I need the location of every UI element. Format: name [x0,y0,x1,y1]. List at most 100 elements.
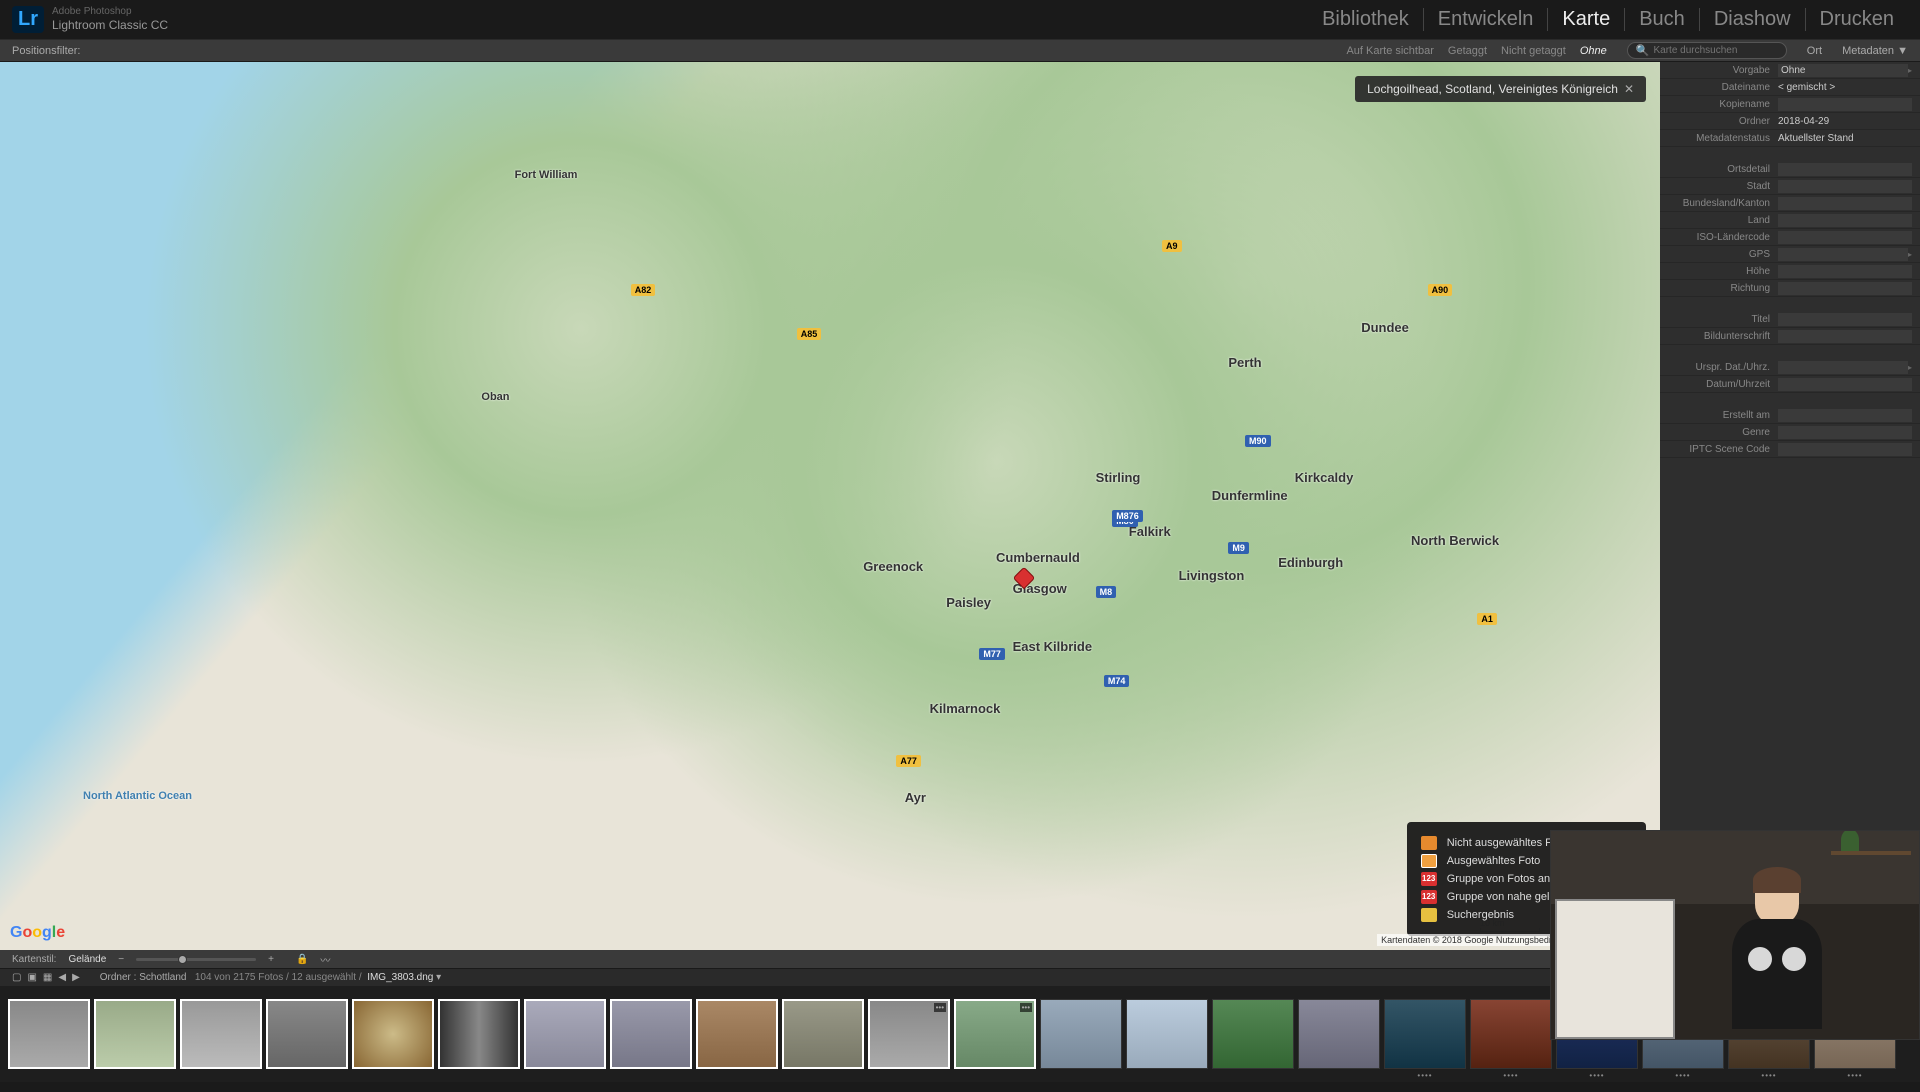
city-cumbernauld: Cumbernauld [996,550,1080,565]
main-area: Glasgow Edinburgh Dundee Perth Stirling … [0,62,1920,950]
thumbnail[interactable] [180,999,262,1069]
filmstrip-path[interactable]: Ordner : Schottland 104 von 2175 Fotos /… [100,972,441,983]
map-terrain-layer [0,62,1660,950]
road-m8: M8 [1096,586,1117,598]
zoom-slider[interactable] [136,958,256,961]
meta-bildunterschrift-value[interactable] [1778,330,1912,343]
grid-icon[interactable]: ▦ [43,972,52,983]
zoom-out-icon[interactable]: − [118,954,124,965]
monitor-icon[interactable]: ▢ [12,972,21,983]
meta-ortsdetail-value[interactable] [1778,163,1912,176]
chevron-icon[interactable]: ▸ [1908,250,1912,259]
location-popup-text: Lochgoilhead, Scotland, Vereinigtes Köni… [1367,82,1618,96]
road-a82: A82 [631,284,656,296]
metadata-dropdown[interactable]: Metadaten ▼ [1842,45,1908,57]
ort-dropdown[interactable]: Ort [1807,45,1822,57]
city-eastkilbride: East Kilbride [1013,639,1092,654]
meta-land-value[interactable] [1778,214,1912,227]
road-m9: M9 [1228,542,1249,554]
meta-erstellt-label: Erstellt am [1668,410,1778,421]
meta-folder-value[interactable]: 2018-04-29 [1778,116,1912,127]
meta-filename-value: < gemischt > [1778,82,1912,93]
meta-copyname-label: Kopiename [1668,99,1778,110]
meta-hoehe-value[interactable] [1778,265,1912,278]
meta-erstellt-value[interactable] [1778,409,1912,422]
city-kilmarnock: Kilmarnock [930,701,1001,716]
thumbnail[interactable] [1298,999,1380,1069]
thumbnail[interactable]: •••• [1384,999,1466,1069]
filter-untagged[interactable]: Nicht getaggt [1501,45,1566,57]
city-oban: Oban [481,391,509,403]
module-map[interactable]: Karte [1548,8,1625,31]
lock-icon[interactable]: 🔒 [296,954,308,965]
road-a77: A77 [896,755,921,767]
city-edinburgh: Edinburgh [1278,555,1343,570]
map-canvas[interactable]: Glasgow Edinburgh Dundee Perth Stirling … [0,62,1660,950]
thumbnail[interactable] [352,999,434,1069]
app-name: Adobe Photoshop Lightroom Classic CC [52,6,168,32]
chevron-icon[interactable]: ▸ [1908,66,1912,75]
city-stirling: Stirling [1096,470,1141,485]
module-print[interactable]: Drucken [1806,8,1908,31]
module-book[interactable]: Buch [1625,8,1700,31]
lr-badge: Lr [12,6,44,33]
meta-stadt-value[interactable] [1778,180,1912,193]
city-livingston: Livingston [1179,568,1245,583]
meta-richtung-label: Richtung [1668,283,1778,294]
thumbnail[interactable] [782,999,864,1069]
meta-titel-value[interactable] [1778,313,1912,326]
map-search-input[interactable] [1653,45,1777,56]
thumbnail[interactable] [1040,999,1122,1069]
position-filter-label: Positionsfilter: [12,45,80,57]
search-icon: 🔍 [1636,44,1650,57]
meta-iso-label: ISO-Ländercode [1668,232,1778,243]
label-atlantic: North Atlantic Ocean [83,790,192,802]
mapstyle-value[interactable]: Gelände [68,954,106,965]
meta-gps-value[interactable] [1778,248,1908,261]
thumbnail[interactable] [696,999,778,1069]
forward-icon[interactable]: ▶ [72,972,80,983]
map-search[interactable]: 🔍 [1627,42,1787,59]
meta-datum-value[interactable] [1778,378,1912,391]
meta-copyname-value[interactable] [1778,98,1912,111]
thumbnail[interactable]: •••• [1470,999,1552,1069]
thumbnail[interactable] [524,999,606,1069]
chevron-icon[interactable]: ▸ [1908,363,1912,372]
module-slideshow[interactable]: Diashow [1700,8,1806,31]
thumbnail[interactable]: ••• [868,999,950,1069]
secondary-icon[interactable]: ▣ [27,972,36,983]
meta-ortsdetail-label: Ortsdetail [1668,164,1778,175]
metadata-panel: Vorgabe▸ Dateiname< gemischt > Kopiename… [1660,62,1920,950]
meta-bundesland-value[interactable] [1778,197,1912,210]
thumbnail[interactable] [610,999,692,1069]
meta-preset-value[interactable] [1778,64,1908,77]
meta-scene-value[interactable] [1778,443,1912,456]
filter-none[interactable]: Ohne [1580,45,1607,57]
filter-tagged[interactable]: Getaggt [1448,45,1487,57]
meta-genre-value[interactable] [1778,426,1912,439]
module-develop[interactable]: Entwickeln [1424,8,1549,31]
meta-urspr-value[interactable] [1778,361,1908,374]
meta-genre-label: Genre [1668,427,1778,438]
close-icon[interactable]: ✕ [1624,82,1634,96]
thumbnail[interactable] [1212,999,1294,1069]
meta-iso-value[interactable] [1778,231,1912,244]
road-a1: A1 [1477,613,1497,625]
thumbnail[interactable] [438,999,520,1069]
thumbnail[interactable] [1126,999,1208,1069]
thumbnail[interactable]: ••• [954,999,1036,1069]
meta-status-value: Aktuellster Stand [1778,133,1912,144]
module-library[interactable]: Bibliothek [1308,8,1424,31]
thumbnail[interactable] [94,999,176,1069]
thumbnail[interactable] [8,999,90,1069]
meta-folder-label: Ordner [1668,116,1778,127]
zoom-in-icon[interactable]: + [268,954,274,965]
back-icon[interactable]: ◀ [58,972,66,983]
tracklog-icon[interactable]: 〰 [320,952,330,967]
legend-selected-label: Ausgewähltes Foto [1447,855,1541,867]
meta-richtung-value[interactable] [1778,282,1912,295]
thumbnail[interactable] [266,999,348,1069]
legend-group-icon: 123 [1421,872,1437,886]
secondary-bar: Positionsfilter: Auf Karte sichtbar Geta… [0,40,1920,62]
filter-visible[interactable]: Auf Karte sichtbar [1346,45,1433,57]
